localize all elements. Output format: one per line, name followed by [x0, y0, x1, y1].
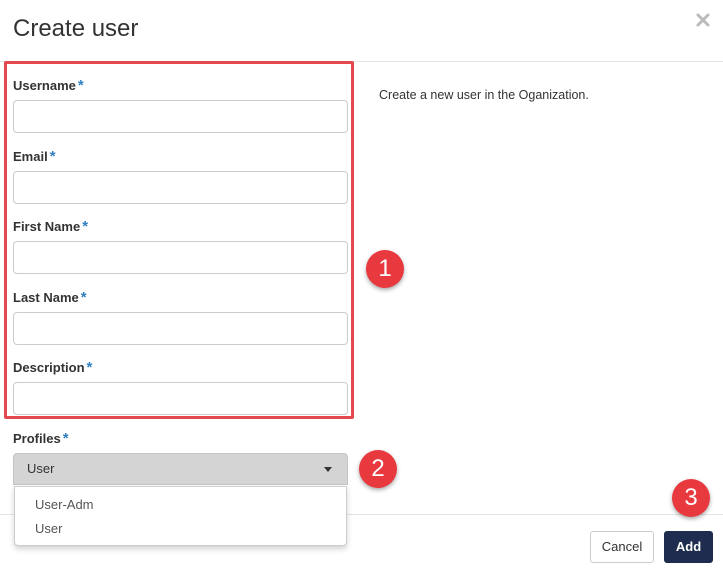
- description-label-text: Description: [13, 360, 85, 375]
- close-button[interactable]: [693, 10, 713, 30]
- dialog-title: Create user: [13, 15, 139, 42]
- callout-badge-1: 1: [366, 250, 404, 288]
- callout-badge-3: 3: [672, 479, 710, 517]
- username-label-text: Username: [13, 78, 76, 93]
- username-input[interactable]: [13, 100, 348, 133]
- description-label: Description *: [13, 359, 92, 376]
- profiles-dropdown-menu: User-Adm User: [14, 486, 347, 546]
- last-name-input[interactable]: [13, 312, 348, 345]
- first-name-label: First Name *: [13, 218, 88, 235]
- required-marker: *: [62, 430, 69, 447]
- create-user-dialog: Create user Username * Email * First Name *…: [0, 0, 723, 572]
- description-input[interactable]: [13, 382, 348, 415]
- profiles-selected-value: User: [27, 461, 55, 476]
- required-marker: *: [77, 77, 84, 94]
- close-icon: [696, 13, 710, 27]
- dropdown-option-user[interactable]: User: [35, 521, 62, 536]
- add-button[interactable]: Add: [664, 531, 713, 563]
- profiles-select[interactable]: User: [13, 453, 348, 485]
- email-input[interactable]: [13, 171, 348, 204]
- help-text: Create a new user in the Oganization.: [379, 88, 589, 102]
- last-name-label-text: Last Name: [13, 290, 79, 305]
- first-name-label-text: First Name: [13, 219, 81, 234]
- username-label: Username *: [13, 77, 84, 94]
- required-marker: *: [49, 148, 56, 165]
- required-marker: *: [80, 289, 87, 306]
- last-name-label: Last Name *: [13, 289, 87, 306]
- email-label: Email *: [13, 148, 56, 165]
- cancel-button[interactable]: Cancel: [590, 531, 654, 563]
- callout-badge-2: 2: [359, 450, 397, 488]
- first-name-input[interactable]: [13, 241, 348, 274]
- profiles-label: Profiles *: [13, 430, 69, 447]
- required-marker: *: [82, 218, 89, 235]
- profiles-label-text: Profiles: [13, 431, 61, 446]
- email-label-text: Email: [13, 149, 48, 164]
- caret-down-icon: [324, 467, 332, 472]
- required-marker: *: [86, 359, 93, 376]
- dropdown-option-user-adm[interactable]: User-Adm: [35, 497, 94, 512]
